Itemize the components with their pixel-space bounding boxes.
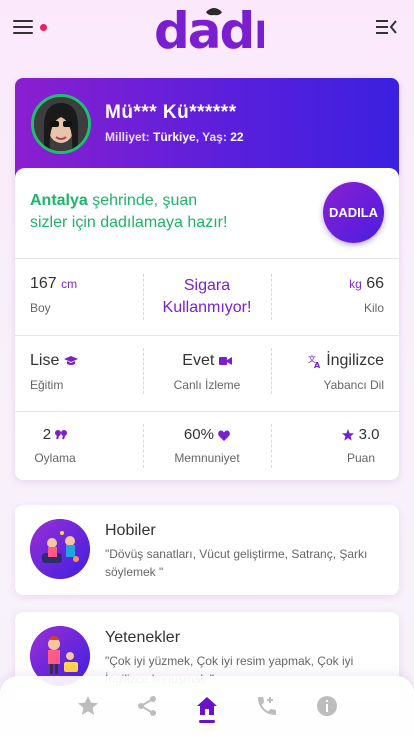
hobbies-title: Hobiler [105, 522, 156, 539]
satisfaction-stat: 60% Memnuniyet [174, 426, 240, 465]
city-name: Antalya [30, 192, 88, 209]
divider [271, 348, 272, 394]
profile-header: Mü*** Kü****** Milliyet: Türkiye, Yaş: 2… [15, 78, 399, 178]
hobbies-illustration-icon [30, 519, 90, 579]
divider [15, 258, 399, 259]
active-tab-indicator [199, 720, 215, 723]
info-icon[interactable] [315, 694, 339, 718]
hobbies-desc: "Dövüş sanatları, Vücut geliştirme, Satr… [105, 547, 368, 579]
age-value: 22 [230, 130, 244, 144]
avatar[interactable] [31, 94, 91, 154]
star-icon[interactable] [76, 694, 100, 718]
live-watch-stat: Evet Canlı İzleme [173, 352, 241, 392]
share-icon[interactable] [135, 694, 159, 718]
heart-icon [218, 430, 230, 441]
divider [15, 411, 399, 412]
video-camera-icon [218, 356, 232, 365]
graduation-cap-icon [63, 355, 78, 365]
home-icon[interactable] [195, 694, 219, 718]
height-stat: 167 cm Boy [30, 275, 78, 315]
weight-stat: kg 66 Kilo [349, 275, 384, 315]
divider [271, 424, 272, 468]
language-stat: 文A İngilizce Yabancı Dil [307, 352, 384, 392]
score-stat: 3.0 Puan [331, 426, 391, 465]
divider [15, 335, 399, 336]
profile-card: Mü*** Kü****** Milliyet: Türkiye, Yaş: 2… [15, 78, 399, 480]
hamburger-menu-icon[interactable] [13, 20, 33, 36]
bottom-nav [0, 676, 414, 736]
skills-title: Yetenekler [105, 629, 181, 646]
hobbies-card[interactable]: Hobiler "Dövüş sanatları, Vücut geliştir… [15, 505, 399, 595]
ready-text: Antalya şehrinde, şuan sizler için dadıl… [30, 192, 228, 231]
menu-list-icon[interactable] [376, 18, 398, 36]
top-bar: dadı [0, 0, 414, 60]
votes-stat: 2 Oylama [34, 426, 76, 465]
star-icon [342, 429, 355, 441]
divider [271, 274, 272, 320]
quote-icon [55, 430, 68, 440]
notification-dot [40, 24, 47, 31]
svg-text:A: A [314, 361, 321, 368]
nationality-value: Türkiye [153, 130, 196, 144]
translate-icon: 文A [308, 354, 321, 370]
dadi-logo: dadı [154, 2, 264, 54]
education-stat: Lise Eğitim [30, 352, 78, 392]
profile-name: Mü*** Kü****** [105, 102, 237, 123]
profile-meta: Milliyet: Türkiye, Yaş: 22 [105, 130, 244, 144]
phone-icon[interactable] [255, 694, 279, 718]
dadila-button[interactable]: DADILA [323, 182, 384, 243]
smoking-stat: Sigara Kullanmıyor! [162, 277, 252, 316]
